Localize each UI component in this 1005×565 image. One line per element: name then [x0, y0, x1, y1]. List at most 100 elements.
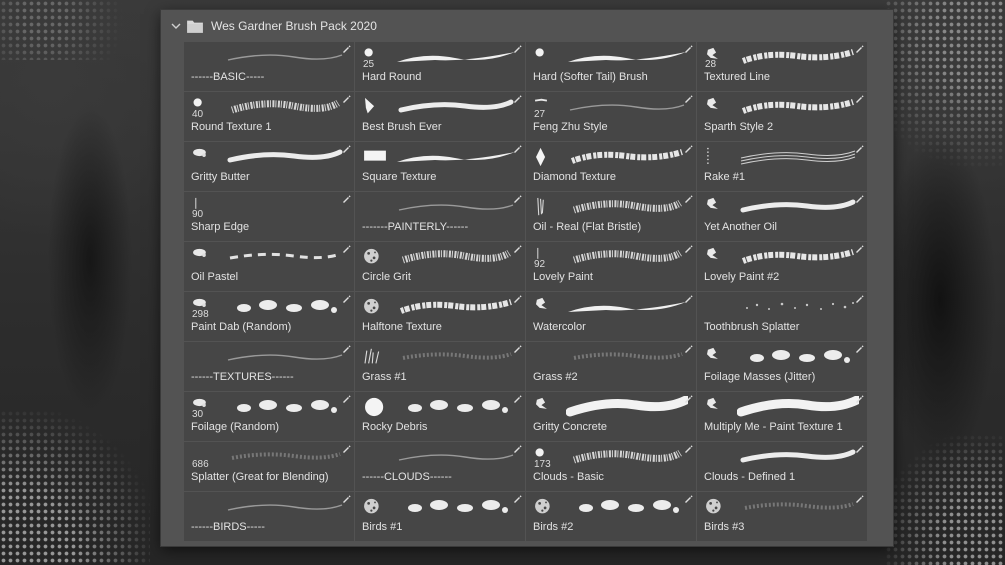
- brush-edit-icon[interactable]: [854, 294, 864, 304]
- brush-name: Lovely Paint #2: [704, 271, 780, 283]
- brush-edit-icon[interactable]: [512, 144, 522, 154]
- brush-edit-icon[interactable]: [341, 394, 351, 404]
- brush-preset[interactable]: Watercolor: [526, 292, 696, 341]
- brush-preset[interactable]: Grass #1: [355, 342, 525, 391]
- brush-group-header[interactable]: Wes Gardner Brush Pack 2020: [161, 10, 893, 42]
- brush-edit-icon[interactable]: [341, 194, 351, 204]
- brush-edit-icon[interactable]: [341, 294, 351, 304]
- brush-preset[interactable]: 28 Textured Line: [697, 42, 867, 91]
- brush-preset[interactable]: 298 Paint Dab (Random): [184, 292, 354, 341]
- brush-preset[interactable]: 27 Feng Zhu Style: [526, 92, 696, 141]
- brush-preset[interactable]: Birds #3: [697, 492, 867, 541]
- brush-edit-icon[interactable]: [683, 144, 693, 154]
- brush-preset[interactable]: Gritty Concrete: [526, 392, 696, 441]
- brush-preset[interactable]: Birds #1: [355, 492, 525, 541]
- brush-tip-icon: [707, 347, 718, 359]
- brush-preset[interactable]: Toothbrush Splatter: [697, 292, 867, 341]
- brush-preset[interactable]: Grass #2: [526, 342, 696, 391]
- brush-edit-icon[interactable]: [341, 144, 351, 154]
- brush-stroke-preview: [398, 454, 514, 461]
- brush-name: Birds #1: [362, 521, 403, 533]
- brush-edit-icon[interactable]: [683, 194, 693, 204]
- brush-preset[interactable]: 173 Clouds - Basic: [526, 442, 696, 491]
- brush-edit-icon[interactable]: [512, 44, 522, 54]
- brush-edit-icon[interactable]: [854, 444, 864, 454]
- brush-preset[interactable]: Yet Another Oil: [697, 192, 867, 241]
- brush-preset[interactable]: Lovely Paint #2: [697, 242, 867, 291]
- brush-preset[interactable]: ------BASIC-----: [184, 42, 354, 91]
- brush-preset[interactable]: Oil - Real (Flat Bristle): [526, 192, 696, 241]
- brush-edit-icon[interactable]: [683, 294, 693, 304]
- brush-edit-icon[interactable]: [341, 494, 351, 504]
- brush-edit-icon[interactable]: [512, 344, 522, 354]
- brush-preset[interactable]: 92 Lovely Paint: [526, 242, 696, 291]
- brush-edit-icon[interactable]: [683, 94, 693, 104]
- halftone-decoration: [0, 410, 150, 565]
- brush-edit-icon[interactable]: [512, 294, 522, 304]
- brush-edit-icon[interactable]: [683, 394, 693, 404]
- brush-preset[interactable]: Diamond Texture: [526, 142, 696, 191]
- brush-size: 27: [534, 109, 546, 120]
- brush-preset[interactable]: Foilage Masses (Jitter): [697, 342, 867, 391]
- brush-preset[interactable]: Clouds - Defined 1: [697, 442, 867, 491]
- brush-size: 686: [192, 459, 209, 470]
- brush-edit-icon[interactable]: [854, 144, 864, 154]
- brush-edit-icon[interactable]: [341, 444, 351, 454]
- brush-preset[interactable]: -------PAINTERLY------: [355, 192, 525, 241]
- brush-edit-icon[interactable]: [683, 44, 693, 54]
- brush-preset[interactable]: ------CLOUDS------: [355, 442, 525, 491]
- brush-tip-icon: [364, 248, 379, 264]
- brush-preset[interactable]: Halftone Texture: [355, 292, 525, 341]
- brush-preset[interactable]: 90 Sharp Edge: [184, 192, 354, 241]
- brush-preset[interactable]: Birds #2: [526, 492, 696, 541]
- brush-tip-icon: [535, 498, 550, 514]
- brush-edit-icon[interactable]: [854, 194, 864, 204]
- brush-edit-icon[interactable]: [854, 344, 864, 354]
- brush-edit-icon[interactable]: [341, 44, 351, 54]
- brush-preset[interactable]: ------BIRDS-----: [184, 492, 354, 541]
- brush-edit-icon[interactable]: [512, 444, 522, 454]
- brush-edit-icon[interactable]: [854, 94, 864, 104]
- brush-edit-icon[interactable]: [512, 194, 522, 204]
- brush-preset[interactable]: 40 Round Texture 1: [184, 92, 354, 141]
- brush-size: 90: [192, 209, 204, 220]
- brush-edit-icon[interactable]: [683, 244, 693, 254]
- brush-preset[interactable]: Oil Pastel: [184, 242, 354, 291]
- brush-edit-icon[interactable]: [512, 494, 522, 504]
- brush-stroke-preview: [741, 49, 854, 64]
- brush-name: Grass #2: [533, 371, 578, 383]
- brush-edit-icon[interactable]: [683, 444, 693, 454]
- brush-group-title: Wes Gardner Brush Pack 2020: [211, 19, 377, 33]
- brush-preset[interactable]: Circle Grit: [355, 242, 525, 291]
- brush-stroke-preview: [397, 152, 515, 162]
- brush-preset[interactable]: ------TEXTURES------: [184, 342, 354, 391]
- brush-preset[interactable]: Hard (Softer Tail) Brush: [526, 42, 696, 91]
- brush-edit-icon[interactable]: [683, 494, 693, 504]
- brush-edit-icon[interactable]: [341, 344, 351, 354]
- brush-preset[interactable]: Rocky Debris: [355, 392, 525, 441]
- brush-preset[interactable]: Multiply Me - Paint Texture 1: [697, 392, 867, 441]
- brush-preset[interactable]: Square Texture: [355, 142, 525, 191]
- brush-preset[interactable]: 30 Foilage (Random): [184, 392, 354, 441]
- brush-edit-icon[interactable]: [512, 244, 522, 254]
- brush-edit-icon[interactable]: [683, 344, 693, 354]
- brush-preset[interactable]: Gritty Butter: [184, 142, 354, 191]
- chevron-down-icon[interactable]: [169, 19, 183, 33]
- brush-edit-icon[interactable]: [854, 394, 864, 404]
- brush-preset[interactable]: Rake #1: [697, 142, 867, 191]
- halftone-decoration: [885, 0, 1005, 200]
- brushes-panel: Wes Gardner Brush Pack 2020 ------BASIC-…: [161, 10, 893, 546]
- brush-preset[interactable]: 25 Hard Round: [355, 42, 525, 91]
- brush-edit-icon[interactable]: [512, 394, 522, 404]
- brush-edit-icon[interactable]: [341, 94, 351, 104]
- brush-edit-icon[interactable]: [341, 244, 351, 254]
- brush-preset[interactable]: Sparth Style 2: [697, 92, 867, 141]
- brush-edit-icon[interactable]: [854, 494, 864, 504]
- brush-edit-icon[interactable]: [512, 94, 522, 104]
- brush-stroke-preview: [227, 354, 343, 361]
- brush-edit-icon[interactable]: [854, 244, 864, 254]
- brush-preset[interactable]: 686 Splatter (Great for Blending): [184, 442, 354, 491]
- brush-preset[interactable]: Best Brush Ever: [355, 92, 525, 141]
- brush-name: Gritty Butter: [191, 171, 250, 183]
- brush-edit-icon[interactable]: [854, 44, 864, 54]
